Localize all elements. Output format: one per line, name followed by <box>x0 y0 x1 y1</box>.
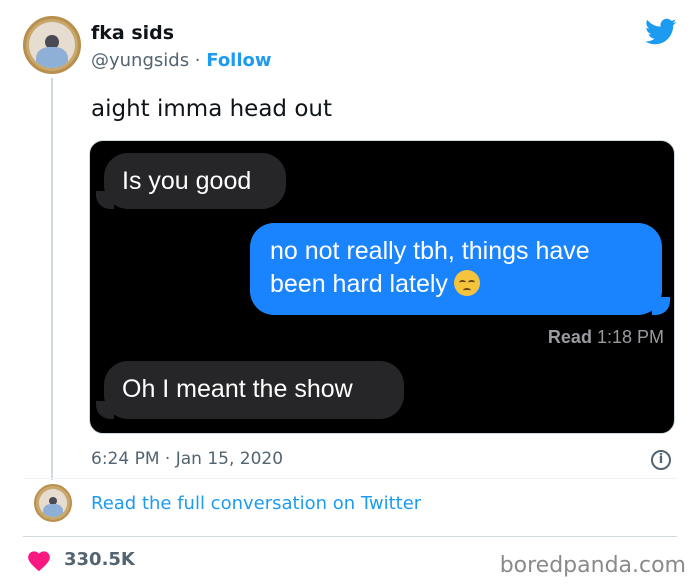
heart-icon[interactable] <box>26 548 52 572</box>
follow-button[interactable]: Follow <box>206 50 271 71</box>
info-icon[interactable]: i <box>651 450 671 470</box>
avatar-small[interactable] <box>34 484 72 522</box>
twitter-bird-icon[interactable] <box>645 18 677 46</box>
like-count: 330.5K <box>64 549 135 570</box>
message-sent: no not really tbh, things have been hard… <box>250 223 662 315</box>
read-full-conversation-link[interactable]: Read the full conversation on Twitter <box>91 493 421 514</box>
tweet-text: aight imma head out <box>91 96 332 122</box>
display-name[interactable]: fka sids <box>91 22 174 44</box>
thread-line <box>51 78 53 480</box>
read-receipt: Read 1:18 PM <box>548 327 664 348</box>
tweet-media-screenshot[interactable]: Is you good no not really tbh, things ha… <box>89 140 675 434</box>
pensive-face-icon <box>453 270 480 296</box>
avatar[interactable] <box>23 16 81 74</box>
read-time: 1:18 PM <box>596 327 664 347</box>
tweet-timestamp[interactable]: 6:24 PM · Jan 15, 2020 <box>91 449 283 469</box>
divider <box>23 536 677 537</box>
message-text: no not really tbh, things have been hard… <box>270 237 590 298</box>
handle-row: @yungsids · Follow <box>91 50 272 71</box>
divider <box>23 478 677 479</box>
message-received: Oh I meant the show <box>104 361 404 419</box>
message-received: Is you good <box>104 153 286 209</box>
read-label: Read <box>547 327 592 347</box>
separator: · <box>189 50 207 71</box>
user-handle[interactable]: @yungsids <box>91 50 189 71</box>
watermark: boredpanda.com <box>499 553 686 578</box>
